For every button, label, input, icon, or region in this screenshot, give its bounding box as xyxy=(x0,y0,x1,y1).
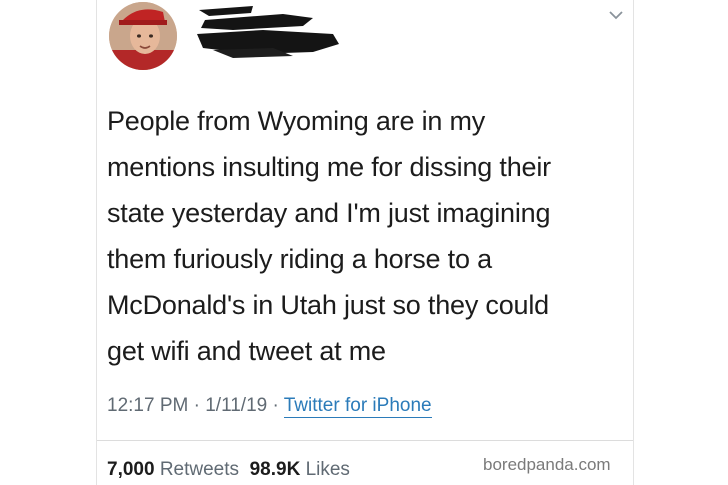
tweet-meta: 12:17 PM · 1/11/19 · Twitter for iPhone xyxy=(107,395,432,418)
retweets-count: 7,000 xyxy=(107,459,155,480)
tweet-time: 12:17 PM xyxy=(107,395,189,416)
meta-separator: · xyxy=(272,395,279,416)
chevron-down-icon[interactable] xyxy=(609,10,623,20)
redacted-username xyxy=(197,6,339,58)
likes-label: Likes xyxy=(305,459,350,480)
tweet-stats: 7,000 Retweets 98.9K Likes xyxy=(107,459,350,481)
retweets-stat[interactable]: 7,000 Retweets xyxy=(107,459,239,480)
tweet-date: 1/11/19 xyxy=(205,395,268,416)
meta-separator: · xyxy=(193,395,200,416)
tweet-card: People from Wyoming are in my mentions i… xyxy=(96,0,634,485)
avatar[interactable] xyxy=(109,2,177,70)
retweets-label: Retweets xyxy=(159,459,240,480)
watermark: boredpanda.com xyxy=(483,455,611,474)
likes-stat[interactable]: 98.9K Likes xyxy=(250,459,350,480)
likes-count: 98.9K xyxy=(249,459,301,480)
tweet-source-link[interactable]: Twitter for iPhone xyxy=(283,395,432,418)
tweet-text: People from Wyoming are in my mentions i… xyxy=(107,106,551,366)
divider xyxy=(97,440,633,441)
